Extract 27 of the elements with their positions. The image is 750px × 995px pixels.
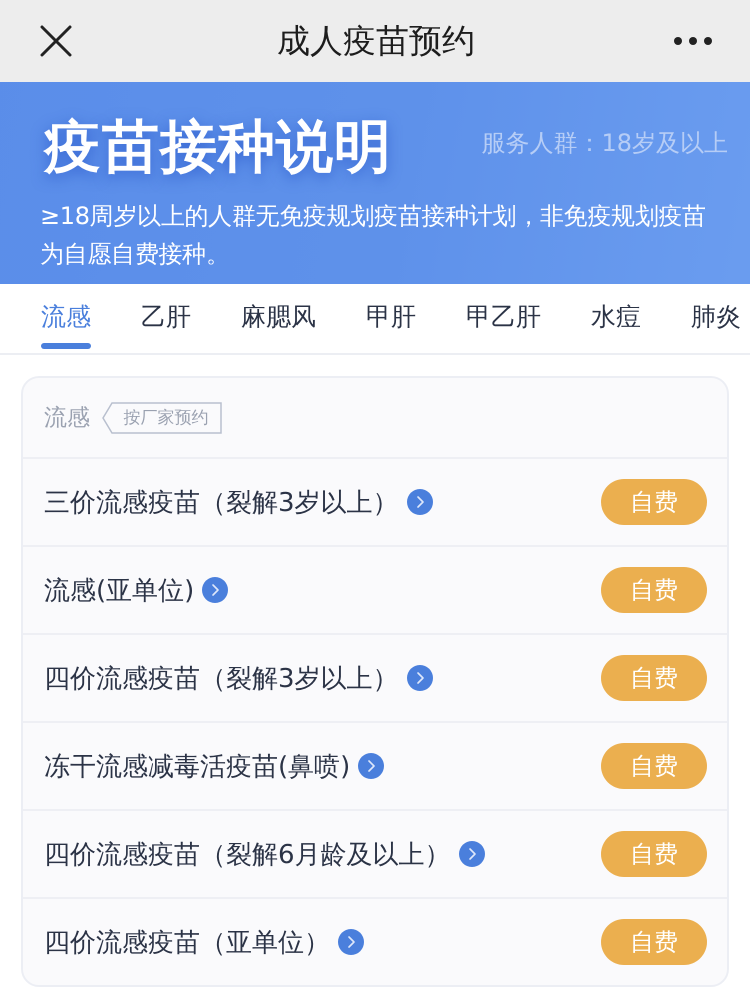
- vaccine-name[interactable]: 流感(亚单位): [44, 572, 194, 608]
- chevron-circle-icon[interactable]: [358, 753, 384, 779]
- booking-tag: 按厂家预约: [102, 402, 222, 434]
- chevron-circle-icon[interactable]: [406, 489, 433, 515]
- category-tab[interactable]: 麻腮风: [235, 284, 322, 353]
- chevron-circle-icon[interactable]: [202, 577, 228, 603]
- banner-title: 疫苗接种说明: [44, 116, 392, 179]
- section-title: 流感: [44, 404, 90, 433]
- page-title: 成人疫苗预约: [277, 20, 475, 62]
- close-icon[interactable]: [40, 25, 72, 57]
- more-icon[interactable]: [674, 37, 712, 45]
- chevron-circle-icon[interactable]: [458, 841, 485, 867]
- vaccine-name[interactable]: 四价流感疫苗（裂解3岁以上）: [44, 660, 399, 696]
- description-text: ≥18周岁以上的人群无免疫规划疫苗接种计划，非免疫规划疫苗为自愿自费接种。: [40, 200, 707, 270]
- vaccine-name[interactable]: 四价流感疫苗（裂解6月龄及以上）: [44, 836, 451, 872]
- chevron-circle-icon[interactable]: [406, 665, 433, 691]
- category-tab[interactable]: 水痘: [585, 284, 647, 353]
- chevron-circle-icon[interactable]: [338, 929, 364, 955]
- vaccine-name[interactable]: 冻干流感减毒活疫苗(鼻喷): [44, 748, 350, 784]
- audience-text: 服务人群：18岁及以上: [481, 128, 728, 160]
- category-tab[interactable]: 乙肝: [135, 284, 197, 353]
- vaccine-name[interactable]: 四价流感疫苗（亚单位）: [44, 924, 330, 960]
- category-tab[interactable]: 甲乙肝: [460, 284, 547, 353]
- vaccine-name[interactable]: 三价流感疫苗（裂解3岁以上）: [44, 484, 399, 520]
- category-tab[interactable]: 肺炎: [685, 284, 747, 353]
- category-tab[interactable]: 流感: [35, 284, 97, 353]
- category-tab[interactable]: 甲肝: [360, 284, 422, 353]
